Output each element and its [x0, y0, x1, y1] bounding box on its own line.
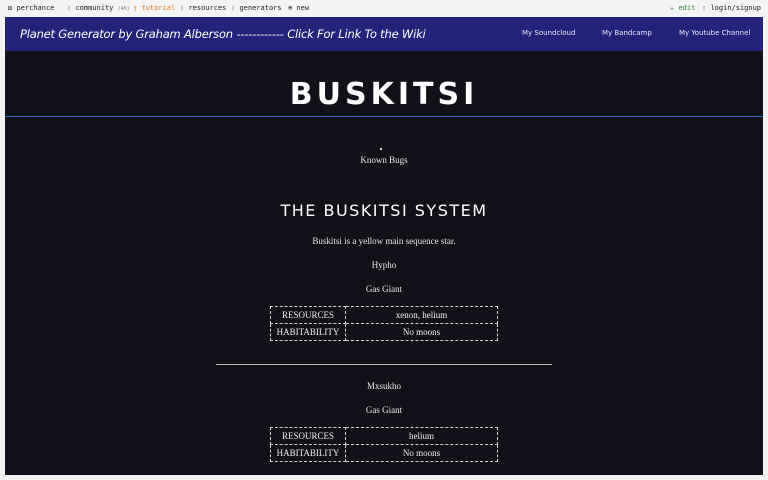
- resources-label: resources: [188, 4, 227, 12]
- youtube-channel-link[interactable]: My Youtube Channel: [679, 29, 750, 37]
- star-description: Buskitsi is a yellow main sequence star.: [312, 236, 456, 246]
- login-link[interactable]: ▯ login/signup: [702, 4, 761, 12]
- perchance-home-link[interactable]: ⚄ perchance: [8, 4, 54, 12]
- table-row: RESOURCES xenon, helium: [270, 306, 498, 324]
- resources-icon: ▯: [180, 4, 185, 12]
- habitability-label-cell: HABITABILITY: [270, 444, 346, 462]
- planet-type: Gas Giant: [365, 405, 403, 415]
- habitability-value-cell: No moons: [345, 323, 498, 341]
- table-row: HABITABILITY No moons: [270, 323, 498, 341]
- planet-info-table: RESOURCES xenon, helium HABITABILITY No …: [270, 306, 498, 341]
- habitability-label-cell: HABITABILITY: [270, 323, 346, 341]
- resources-value-cell: helium: [345, 427, 498, 445]
- perchance-topbar: ⚄ perchance ▯ community (4h) ▯ tutorial …: [0, 0, 768, 16]
- community-icon: ▯: [67, 4, 72, 12]
- login-icon: ▯: [702, 4, 707, 12]
- resources-value-cell: xenon, helium: [345, 306, 498, 324]
- new-link[interactable]: ⊕ new: [288, 4, 309, 12]
- bullet-dot: [380, 148, 382, 150]
- table-row: RESOURCES helium: [270, 427, 498, 445]
- planet-divider: [216, 364, 552, 365]
- resources-label-cell: RESOURCES: [270, 306, 346, 324]
- generators-icon: ▯: [231, 4, 236, 12]
- navbar: Planet Generator by Graham Alberson ----…: [5, 17, 763, 51]
- wiki-title-link[interactable]: Planet Generator by Graham Alberson ----…: [20, 27, 426, 41]
- edit-link[interactable]: ✏ edit: [670, 4, 695, 12]
- tutorial-label: tutorial: [141, 4, 176, 12]
- page-title: BUSKITSI: [289, 77, 479, 112]
- tutorial-icon: ▯: [133, 4, 138, 12]
- title-divider: [5, 116, 763, 117]
- known-bugs-link[interactable]: Known Bugs: [5, 155, 763, 165]
- perchance-label: perchance: [16, 4, 55, 12]
- bottom-strip: [0, 475, 768, 480]
- system-title: THE BUSKITSI SYSTEM: [280, 201, 488, 220]
- habitability-value-cell: No moons: [345, 444, 498, 462]
- planet-type: Gas Giant: [365, 284, 403, 294]
- bandcamp-link[interactable]: My Bandcamp: [602, 29, 652, 37]
- generator-output-frame: Planet Generator by Graham Alberson ----…: [5, 17, 763, 475]
- new-label: new: [296, 4, 310, 12]
- plus-circle-icon: ⊕: [288, 4, 293, 12]
- resources-label-cell: RESOURCES: [270, 427, 346, 445]
- resources-link[interactable]: ▯ resources: [180, 4, 226, 12]
- planet-info-table: RESOURCES helium HABITABILITY No moons: [270, 427, 498, 462]
- edit-label: edit: [678, 4, 696, 12]
- tutorial-link[interactable]: ▯ tutorial: [133, 4, 175, 12]
- planet-name: Hypho: [371, 260, 397, 270]
- generators-link[interactable]: ▯ generators: [231, 4, 282, 12]
- planet-name: Mxsukho: [366, 381, 401, 391]
- soundcloud-link[interactable]: My Soundcloud: [522, 29, 575, 37]
- generators-label: generators: [239, 4, 282, 12]
- dice-icon: ⚄: [8, 4, 13, 12]
- table-row: HABITABILITY No moons: [270, 444, 498, 462]
- pencil-icon: ✏: [670, 4, 675, 12]
- community-count: (4h): [117, 6, 130, 12]
- community-link[interactable]: ▯ community (4h): [67, 4, 130, 12]
- community-label: community: [75, 4, 114, 12]
- login-label: login/signup: [710, 4, 762, 12]
